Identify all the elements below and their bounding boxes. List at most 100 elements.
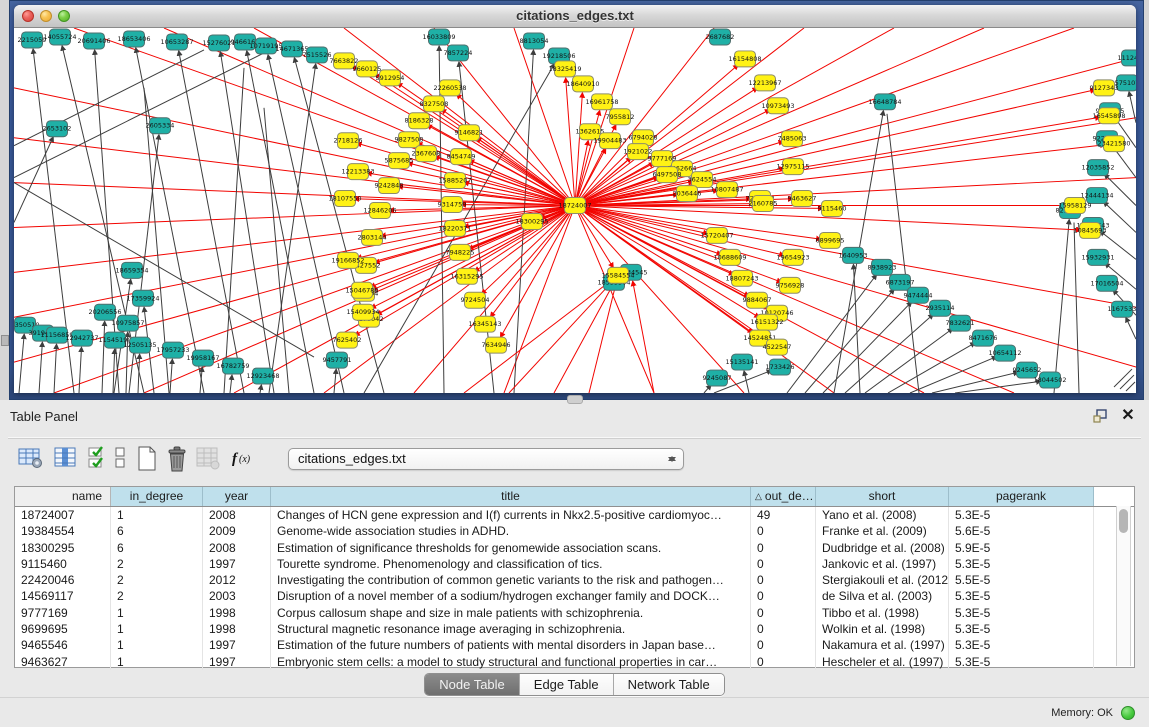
graph-node[interactable] [757, 314, 778, 330]
graph-node[interactable] [122, 262, 143, 278]
float-window-icon[interactable] [1093, 409, 1109, 423]
graph-node[interactable] [47, 327, 68, 343]
graph-node[interactable] [465, 292, 486, 308]
graph-node[interactable] [440, 80, 461, 96]
graph-node[interactable] [282, 41, 303, 57]
graph-node[interactable] [1017, 362, 1038, 378]
table-row[interactable]: 946554611997Estimation of the future num… [15, 637, 1134, 653]
graph-node[interactable] [307, 47, 328, 63]
graph-node[interactable] [747, 292, 768, 308]
graph-node[interactable] [475, 316, 496, 332]
graph-node[interactable] [450, 244, 471, 260]
graph-node[interactable] [337, 332, 358, 348]
graph-node[interactable] [720, 249, 741, 265]
scrollbar-thumb[interactable] [1119, 509, 1128, 533]
graph-node[interactable] [565, 198, 586, 214]
graph-node[interactable] [628, 144, 649, 160]
graph-node[interactable] [352, 282, 373, 298]
delete-file-icon[interactable] [166, 446, 192, 474]
graph-node[interactable] [1122, 50, 1137, 66]
table-row[interactable]: 977716911998Corpus callosum shape and si… [15, 605, 1134, 621]
graph-node[interactable] [72, 330, 93, 346]
graph-node[interactable] [1080, 222, 1101, 238]
graph-node[interactable] [875, 94, 896, 110]
network-window-titlebar[interactable]: citations_edges.txt [14, 5, 1136, 28]
graph-node[interactable] [105, 332, 126, 348]
table-settings-icon[interactable] [18, 446, 44, 474]
graph-node[interactable] [973, 330, 994, 346]
graph-node[interactable] [767, 339, 788, 355]
graph-node[interactable] [167, 34, 188, 50]
select-rows-icon[interactable] [88, 446, 114, 474]
table-row[interactable]: 1872400712008Changes of HCN gene express… [15, 507, 1134, 523]
graph-node[interactable] [822, 201, 843, 217]
graph-node[interactable] [353, 304, 374, 320]
graph-node[interactable] [380, 70, 401, 86]
graph-node[interactable] [47, 121, 68, 137]
graph-node[interactable] [409, 113, 430, 129]
graph-node[interactable] [457, 268, 478, 284]
tab-edge-table[interactable]: Edge Table [519, 674, 613, 695]
table-row[interactable]: 1830029562008Estimation of significance … [15, 540, 1134, 556]
graph-node[interactable] [677, 186, 698, 202]
graph-node[interactable] [735, 51, 756, 67]
graph-node[interactable] [600, 133, 621, 149]
graph-node[interactable] [253, 368, 274, 384]
graph-node[interactable] [357, 61, 378, 77]
graph-node[interactable] [770, 359, 791, 375]
graph-node[interactable] [451, 149, 472, 165]
table-scrollbar[interactable] [1116, 506, 1131, 666]
network-graph[interactable]: 1872400718300295221505914055724206914061… [14, 28, 1136, 393]
table-select-dropdown[interactable]: citations_edges.txt [288, 448, 684, 470]
graph-node[interactable] [717, 182, 738, 198]
graph-node[interactable] [524, 33, 545, 49]
column-header-in_degree[interactable]: in_degree [111, 487, 203, 506]
graph-node[interactable] [707, 227, 728, 243]
column-header-short[interactable]: short [816, 487, 949, 506]
graph-node[interactable] [782, 131, 803, 147]
graph-node[interactable] [908, 287, 929, 303]
graph-node[interactable] [995, 345, 1016, 361]
graph-node[interactable] [223, 358, 244, 374]
graph-node[interactable] [448, 45, 469, 61]
graph-node[interactable] [50, 29, 71, 45]
graph-node[interactable] [95, 304, 116, 320]
graph-node[interactable] [389, 153, 410, 169]
graph-node[interactable] [592, 94, 613, 110]
graph-node[interactable] [150, 118, 171, 134]
graph-node[interactable] [1099, 108, 1120, 124]
close-icon[interactable]: ✕ [1119, 406, 1137, 426]
graph-node[interactable] [573, 76, 594, 92]
panel-resize-grip[interactable] [1, 335, 9, 346]
graph-node[interactable] [133, 290, 154, 306]
table-row[interactable]: 969969511998Structural magnetic resonanc… [15, 621, 1134, 637]
graph-node[interactable] [843, 247, 864, 263]
table-row[interactable]: 911546021997Tourette syndrome. Phenomeno… [15, 556, 1134, 572]
graph-node[interactable] [1112, 301, 1133, 317]
graph-node[interactable] [1088, 249, 1109, 265]
graph-node[interactable] [732, 270, 753, 286]
graph-node[interactable] [692, 172, 713, 188]
graph-node[interactable] [445, 220, 466, 236]
memory-status-indicator[interactable] [1121, 706, 1135, 720]
graph-node[interactable] [163, 342, 184, 358]
graph-node[interactable] [22, 32, 43, 48]
graph-node[interactable] [334, 53, 355, 69]
column-header-pagerank[interactable]: pagerank [949, 487, 1094, 506]
column-header-title[interactable]: title [271, 487, 751, 506]
graph-node[interactable] [1088, 160, 1109, 176]
graph-node[interactable] [327, 352, 348, 368]
graph-node[interactable] [130, 337, 151, 353]
table-column-icon[interactable] [54, 446, 80, 474]
graph-node[interactable] [416, 146, 437, 162]
graph-node[interactable] [338, 133, 359, 149]
graph-node[interactable] [1097, 275, 1118, 291]
function-builder-icon[interactable]: f(x) [230, 446, 256, 474]
graph-node[interactable] [193, 350, 214, 366]
graph-node[interactable] [710, 29, 731, 45]
graph-node[interactable] [780, 277, 801, 293]
graph-node[interactable] [707, 370, 728, 386]
graph-node[interactable] [768, 98, 789, 114]
graph-node[interactable] [1040, 372, 1061, 388]
graph-node[interactable] [338, 252, 359, 268]
